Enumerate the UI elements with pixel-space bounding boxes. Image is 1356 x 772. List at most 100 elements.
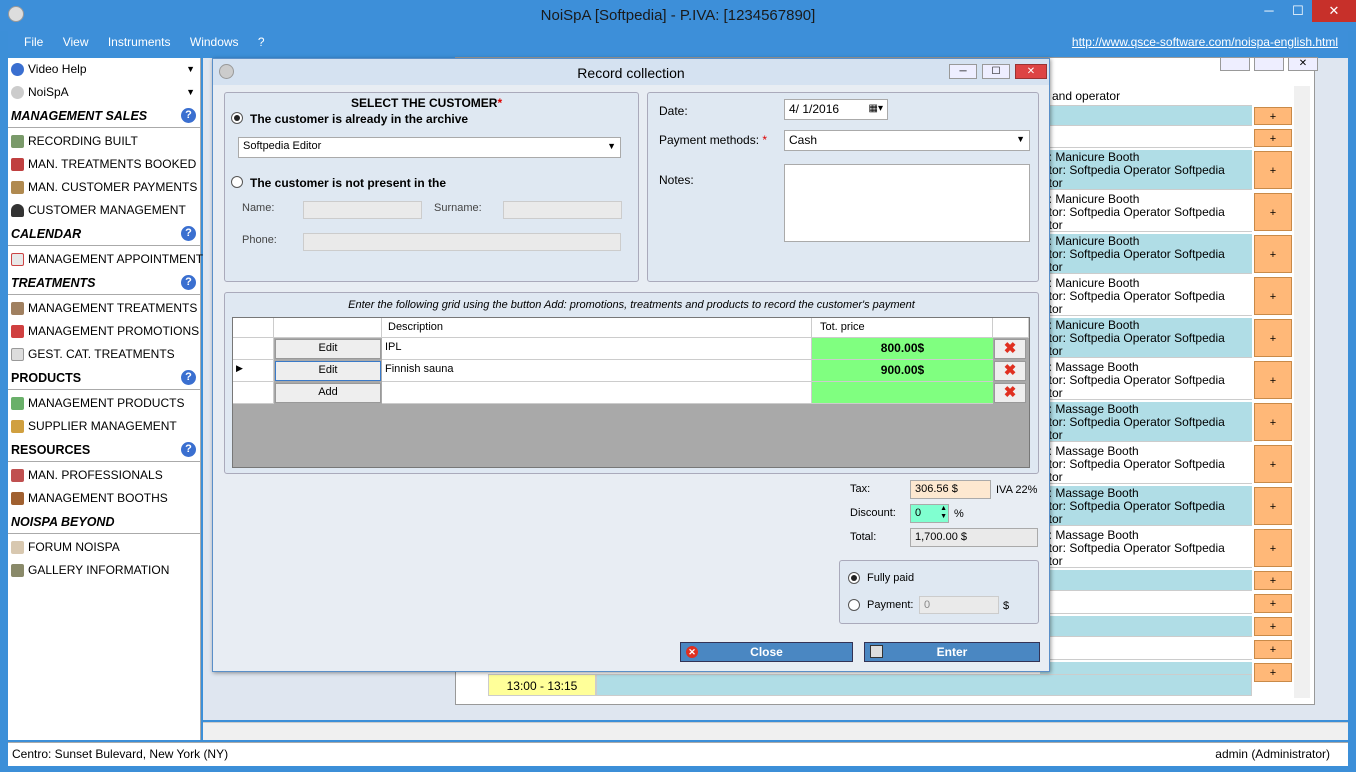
schedule-row[interactable]: n: Massage Booth ator: Softpedia Operator… [1040,486,1252,526]
grid-description-cell[interactable]: Finnish sauna [382,360,812,382]
partial-payment-radio[interactable] [848,599,860,611]
sidebar-item-customer-management[interactable]: CUSTOMER MANAGEMENT [8,199,200,222]
schedule-row[interactable]: n: Massage Booth ator: Softpedia Operator… [1040,360,1252,400]
fully-paid-radio[interactable] [848,572,860,584]
sidebar-item-management-products[interactable]: MANAGEMENT PRODUCTS [8,392,200,415]
total-field: 1,700.00 $ [910,528,1038,547]
menu-view[interactable]: View [55,31,97,49]
sidebar-item-management-treatments[interactable]: MANAGEMENT TREATMENTS [8,297,200,320]
schedule-row[interactable]: n: Massage Booth ator: Softpedia Operator… [1040,444,1252,484]
dialog-minimize-button[interactable]: ─ [949,64,977,79]
add-booking-button[interactable]: + [1254,235,1292,273]
edit-button[interactable]: Edit [275,339,381,359]
schedule-row[interactable] [1040,570,1252,591]
customer-archive-radio[interactable] [231,112,243,124]
grid-description-cell[interactable] [382,382,812,404]
operator-suffix: ator [1042,218,1063,232]
discount-stepper[interactable]: 0 ▲ ▼ [910,504,949,523]
schedule-row[interactable]: n: Massage Booth ator: Softpedia Operator… [1040,402,1252,442]
sidebar-item-video-help[interactable]: Video Help ▼ [8,58,200,81]
sidebar-item-professionals[interactable]: MAN. PROFESSIONALS [8,464,200,487]
bg-close-button[interactable]: ✕ [1288,57,1318,71]
edit-button[interactable]: Edit [275,361,381,381]
delete-row-button[interactable]: ✖ [994,339,1026,359]
sidebar-item-noispa[interactable]: NoiSpA ▼ [8,81,200,104]
minimize-button[interactable]: ─ [1254,0,1284,22]
notes-field[interactable] [784,164,1030,242]
schedule-row[interactable]: n: Manicure Booth ator: Softpedia Operato… [1040,150,1252,190]
sidebar-item-cat-treatments[interactable]: GEST. CAT. TREATMENTS [8,343,200,366]
maximize-button[interactable]: ☐ [1284,0,1312,22]
add-booking-button[interactable]: + [1254,617,1292,636]
name-field[interactable] [303,201,422,219]
add-booking-button[interactable]: + [1254,107,1292,125]
delete-row-button[interactable]: ✖ [994,361,1026,381]
menu-instruments[interactable]: Instruments [100,31,179,49]
surname-field[interactable] [503,201,622,219]
customer-new-radio[interactable] [231,176,243,188]
sidebar-item-treatments-booked[interactable]: MAN. TREATMENTS BOOKED [8,153,200,176]
dialog-close-button[interactable]: ✕ [1015,64,1047,79]
sidebar-item-customer-payments[interactable]: MAN. CUSTOMER PAYMENTS [8,176,200,199]
vertical-scrollbar[interactable] [1294,86,1310,698]
add-booking-button[interactable]: + [1254,487,1292,525]
add-button[interactable]: Add [275,383,381,403]
add-booking-button[interactable]: + [1254,571,1292,590]
horizontal-scrollbar[interactable] [203,722,1348,740]
schedule-row[interactable]: n: Massage Booth ator: Softpedia Operator… [1040,528,1252,568]
menu-help[interactable]: ? [250,31,273,49]
add-booking-button[interactable]: + [1254,594,1292,613]
schedule-row[interactable] [1040,639,1252,660]
add-booking-button[interactable]: + [1254,129,1292,147]
add-booking-button[interactable]: + [1254,640,1292,659]
sidebar-item-recording-built[interactable]: RECORDING BUILT [8,130,200,153]
grid-description-cell[interactable]: IPL [382,338,812,360]
add-booking-button[interactable]: + [1254,445,1292,483]
add-booking-button[interactable]: + [1254,403,1292,441]
add-booking-button[interactable]: + [1254,151,1292,189]
delete-row-button[interactable]: ✖ [994,383,1026,403]
sidebar-item-forum[interactable]: FORUM NOISPA [8,536,200,559]
enter-button[interactable]: Enter [864,642,1040,662]
menu-windows[interactable]: Windows [182,31,247,49]
help-icon[interactable]: ? [181,275,196,290]
dialog-maximize-button[interactable]: ☐ [982,64,1010,79]
schedule-row[interactable] [1040,593,1252,614]
help-icon[interactable]: ? [181,108,196,123]
schedule-row[interactable]: n: Manicure Booth ator: Softpedia Operato… [1040,192,1252,232]
sidebar-item-supplier-management[interactable]: SUPPLIER MANAGEMENT [8,415,200,438]
date-field[interactable]: 4/ 1/2016 ▦▾ [784,99,888,120]
schedule-row[interactable]: n: Manicure Booth ator: Softpedia Operato… [1040,318,1252,358]
sidebar-item-booths[interactable]: MANAGEMENT BOOTHS [8,487,200,510]
stepper-arrows-icon[interactable]: ▲ ▼ [940,505,947,521]
website-link[interactable]: http://www.qsce-software.com/noispa-engl… [1072,35,1338,49]
sidebar-item-appointments[interactable]: MANAGEMENT APPOINTMENTS [8,248,211,271]
schedule-row[interactable]: n: Manicure Booth ator: Softpedia Operato… [1040,276,1252,316]
bg-minimize-button[interactable] [1220,57,1250,71]
add-booking-button[interactable]: + [1254,277,1292,315]
close-dialog-button[interactable]: ✕ Close [680,642,853,662]
schedule-row[interactable]: n: Manicure Booth ator: Softpedia Operato… [1040,234,1252,274]
help-icon[interactable]: ? [181,370,196,385]
close-button[interactable]: ✕ [1312,0,1356,22]
bg-maximize-button[interactable] [1254,57,1284,71]
add-booking-button[interactable]: + [1254,361,1292,399]
schedule-row[interactable] [1040,128,1252,148]
schedule-row[interactable] [1040,106,1252,126]
add-booking-button[interactable]: + [1254,319,1292,357]
time-slot-cell: 13:00 - 13:15 [488,674,596,696]
calendar-icon[interactable]: ▦▾ [869,103,883,114]
help-icon[interactable]: ? [181,226,196,241]
sidebar-item-management-promotions[interactable]: MANAGEMENT PROMOTIONS [8,320,200,343]
schedule-row[interactable] [1040,616,1252,637]
sidebar-item-gallery[interactable]: GALLERY INFORMATION [8,559,200,582]
phone-field[interactable] [303,233,621,251]
payment-amount-field[interactable]: 0 [919,596,999,614]
payment-method-select[interactable]: Cash ▼ [784,130,1030,151]
help-icon[interactable]: ? [181,442,196,457]
customer-select[interactable]: Softpedia Editor ▼ [238,137,621,158]
add-booking-button[interactable]: + [1254,529,1292,567]
add-booking-button[interactable]: + [1254,663,1292,682]
add-booking-button[interactable]: + [1254,193,1292,231]
menu-file[interactable]: File [16,31,51,49]
